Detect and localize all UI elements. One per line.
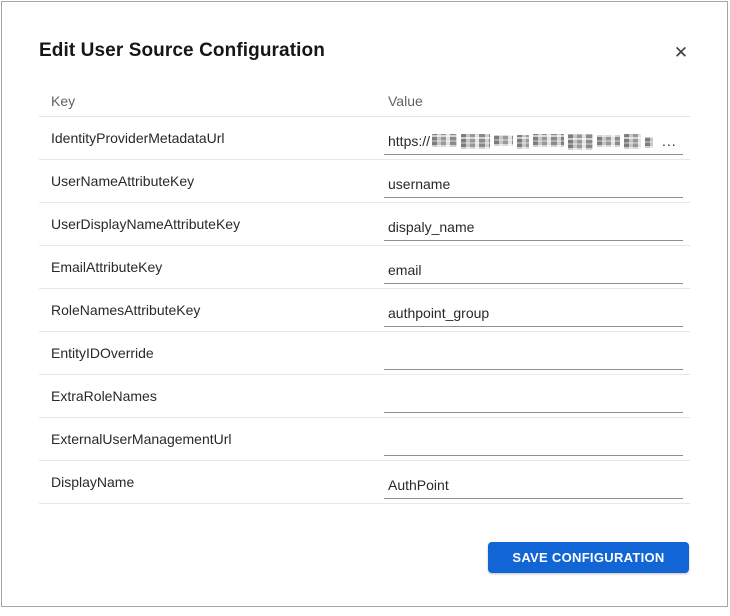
- key-label: ExternalUserManagementUrl: [51, 431, 232, 447]
- value-input[interactable]: [384, 474, 683, 499]
- redaction-pixel-block: [461, 134, 491, 149]
- save-configuration-button[interactable]: SAVE CONFIGURATION: [488, 542, 689, 573]
- redaction-pixel-block: [533, 134, 565, 147]
- value-input[interactable]: [384, 431, 683, 456]
- table-row: EmailAttributeKey: [39, 246, 690, 289]
- value-input[interactable]: [384, 345, 683, 370]
- table-row: ExternalUserManagementUrl: [39, 418, 690, 461]
- redaction-pixel-block: [517, 135, 530, 149]
- value-input[interactable]: [384, 302, 683, 327]
- redaction-pixel-block: [494, 135, 514, 146]
- close-icon[interactable]: ✕: [668, 40, 694, 66]
- key-label: ExtraRoleNames: [51, 388, 157, 404]
- table-row: EntityIDOverride: [39, 332, 690, 375]
- dialog-title: Edit User Source Configuration: [39, 40, 325, 61]
- redaction-pixel-block: [432, 134, 458, 147]
- column-header-key: Key: [51, 93, 76, 109]
- table-row: ExtraRoleNames: [39, 375, 690, 418]
- key-label: UserNameAttributeKey: [51, 173, 195, 189]
- table-row: UserDisplayNameAttributeKey: [39, 203, 690, 246]
- edit-user-source-dialog: Edit User Source Configuration ✕ Key Val…: [1, 1, 728, 607]
- table-row: DisplayName: [39, 461, 690, 504]
- redaction-pixel-block: [645, 137, 654, 148]
- redaction-pixel-block: [568, 133, 594, 150]
- column-header-value: Value: [388, 93, 423, 109]
- table-row: UserNameAttributeKey: [39, 160, 690, 203]
- value-input-redacted-url[interactable]: https:// ...: [384, 130, 683, 155]
- value-input[interactable]: [384, 259, 683, 284]
- url-prefix: https://: [388, 132, 431, 149]
- key-label: DisplayName: [51, 474, 135, 490]
- table-row: IdentityProviderMetadataUrl https:// ...: [39, 117, 690, 160]
- screenshot-stage: Edit User Source Configuration ✕ Key Val…: [0, 0, 730, 616]
- value-input[interactable]: [384, 173, 683, 198]
- key-label: EmailAttributeKey: [51, 259, 163, 275]
- url-ellipsis: ...: [662, 132, 677, 149]
- key-label: UserDisplayNameAttributeKey: [51, 216, 241, 232]
- key-label: RoleNamesAttributeKey: [51, 302, 201, 318]
- key-label: IdentityProviderMetadataUrl: [51, 130, 225, 146]
- table-header-row: Key Value: [39, 86, 690, 117]
- redaction-pixel-block: [624, 134, 642, 149]
- value-input[interactable]: [384, 216, 683, 241]
- table-row: RoleNamesAttributeKey: [39, 289, 690, 332]
- value-input[interactable]: [384, 388, 683, 413]
- redaction-pixel-block: [597, 134, 621, 147]
- config-table: Key Value IdentityProviderMetadataUrl ht…: [39, 86, 690, 504]
- key-label: EntityIDOverride: [51, 345, 154, 361]
